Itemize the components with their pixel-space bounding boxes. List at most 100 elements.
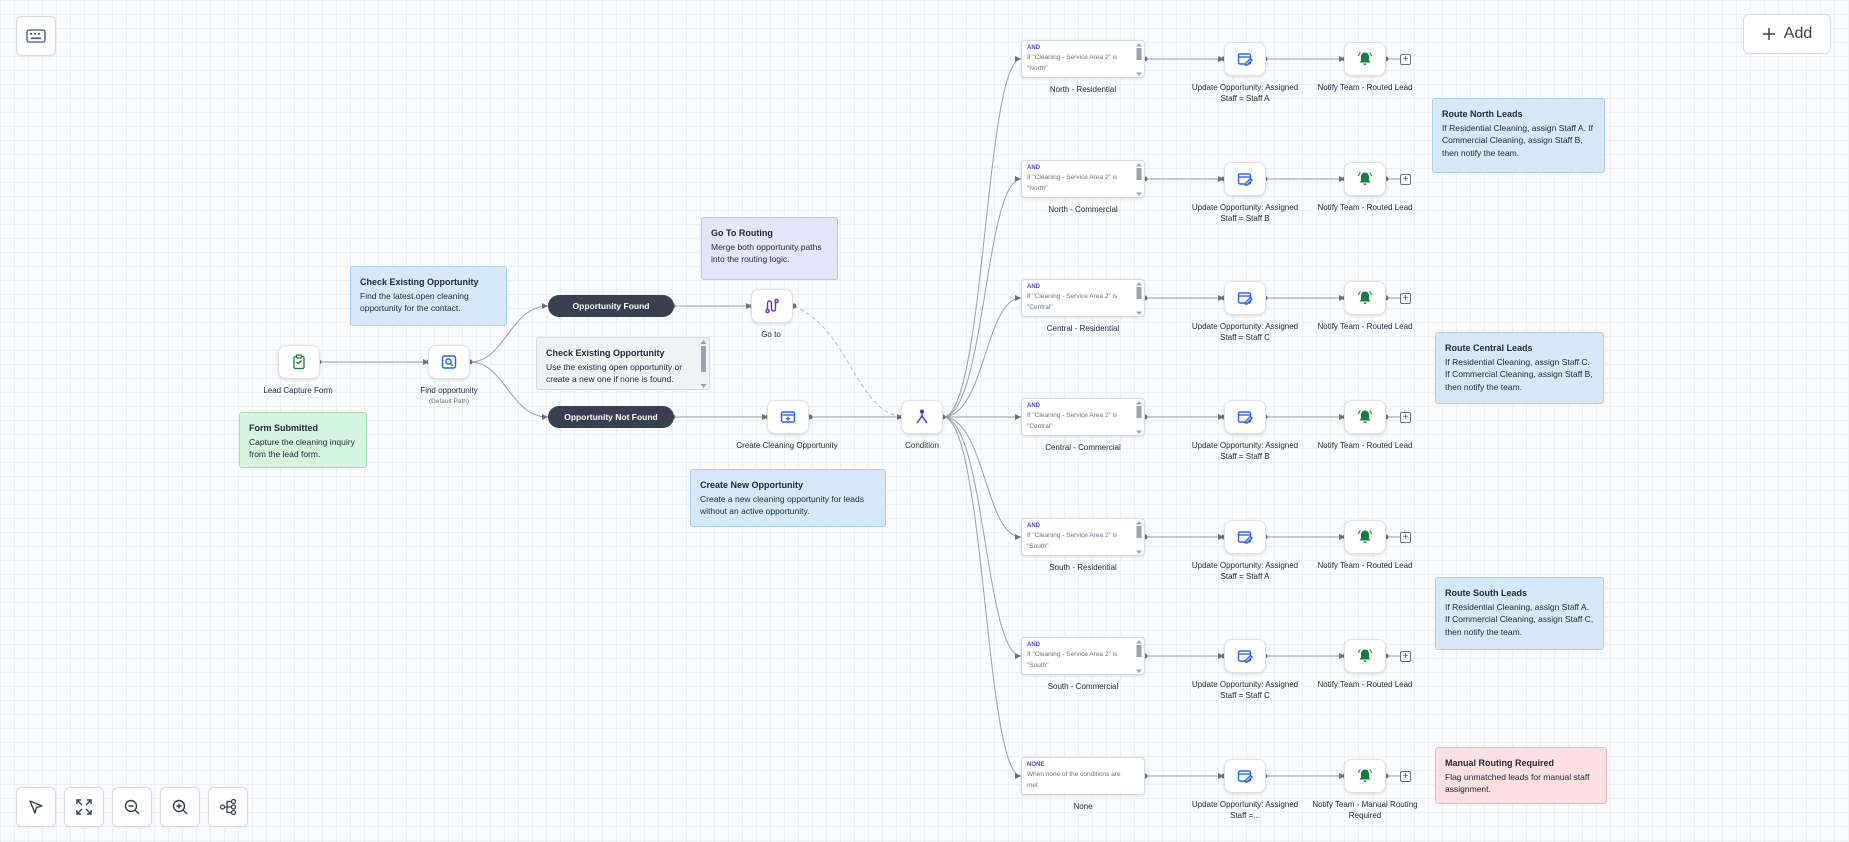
condition-scrollbar[interactable] — [1136, 401, 1142, 434]
branch-label: None — [1073, 802, 1093, 811]
condition-text: If "Cleaning - Service Area 2" is "South… — [1027, 651, 1118, 669]
add-button[interactable]: Add — [1743, 14, 1831, 54]
add-step-button[interactable]: + — [1400, 54, 1411, 65]
notify-team-node[interactable] — [1344, 162, 1386, 196]
note-check-existing-opportunity-selected[interactable]: Check Existing Opportunity Use the exist… — [536, 337, 710, 390]
add-step-button[interactable]: + — [1400, 293, 1411, 304]
keyboard-shortcuts-button[interactable] — [16, 16, 56, 56]
goto-label: Go to — [761, 330, 781, 339]
keyboard-icon — [26, 29, 46, 43]
notify-team-label: Notify Team - Routed Lead — [1317, 203, 1413, 212]
bell-icon — [1358, 530, 1372, 543]
condition-scrollbar[interactable] — [1136, 640, 1142, 673]
notify-team-label: Notify Team - Routed Lead — [1317, 322, 1413, 331]
select-tool-button[interactable] — [16, 787, 56, 827]
find-opportunity-subtitle: (Default Path) — [428, 398, 470, 405]
condition-text: If "Cleaning - Service Area 2" is "South… — [1027, 532, 1118, 550]
update-opportunity-label: Update Opportunity: Assigned Staff = Sta… — [1191, 441, 1299, 461]
note-check-existing-opportunity[interactable]: Check Existing Opportunity Find the late… — [350, 266, 507, 326]
edit-card-icon — [1237, 173, 1253, 186]
condition-label: Condition — [905, 441, 939, 450]
note-title: Go To Routing — [711, 228, 773, 238]
branch-condition-card[interactable]: AND If "Cleaning - Service Area 2" is "No… — [1021, 40, 1145, 78]
condition-tag: AND — [1027, 403, 1040, 409]
add-step-button[interactable]: + — [1400, 174, 1411, 185]
edit-card-icon — [1237, 53, 1253, 66]
add-step-button[interactable]: + — [1400, 532, 1411, 543]
zoom-out-icon — [124, 799, 140, 815]
pointer-icon — [29, 800, 43, 814]
branch-condition-card[interactable]: AND If "Cleaning - Service Area 2" is "So… — [1021, 518, 1145, 556]
branch-label: South - Commercial — [1047, 682, 1119, 691]
notify-team-node[interactable] — [1344, 400, 1386, 434]
update-opportunity-node[interactable] — [1224, 162, 1266, 196]
update-opportunity-node[interactable] — [1224, 281, 1266, 315]
opportunity-not-found-branch[interactable]: Opportunity Not Found — [548, 406, 674, 428]
notify-team-node[interactable] — [1344, 42, 1386, 76]
note-form-submitted[interactable]: Form Submitted Capture the cleaning inqu… — [239, 412, 367, 468]
branch-condition-card[interactable]: AND If "Cleaning - Service Area 2" is "Ce… — [1021, 398, 1145, 436]
auto-layout-button[interactable] — [208, 787, 248, 827]
notify-team-label: Notify Team - Routed Lead — [1317, 83, 1413, 92]
branch-label: South - Residential — [1049, 563, 1117, 572]
opportunity-found-branch[interactable]: Opportunity Found — [548, 295, 674, 317]
update-opportunity-node[interactable] — [1224, 400, 1266, 434]
update-opportunity-node[interactable] — [1224, 759, 1266, 793]
update-opportunity-node[interactable] — [1224, 520, 1266, 554]
bell-icon — [1358, 291, 1372, 304]
notify-team-node[interactable] — [1344, 520, 1386, 554]
condition-scrollbar[interactable] — [1136, 43, 1142, 76]
condition-scrollbar[interactable] — [1136, 521, 1142, 554]
zoom-in-button[interactable] — [160, 787, 200, 827]
add-step-button[interactable]: + — [1400, 771, 1411, 782]
find-opportunity-node[interactable] — [428, 345, 470, 379]
add-button-label: Add — [1783, 25, 1813, 42]
create-opportunity-node[interactable] — [767, 400, 809, 434]
notify-team-node[interactable] — [1344, 639, 1386, 673]
update-opportunity-label: Update Opportunity: Assigned Staff = Sta… — [1191, 561, 1299, 581]
branch-label: North - Commercial — [1048, 205, 1118, 214]
note-route-central-leads[interactable]: Route Central Leads If Residential Clean… — [1435, 332, 1604, 404]
update-opportunity-node[interactable] — [1224, 639, 1266, 673]
edit-card-icon — [1237, 531, 1253, 544]
notify-team-node[interactable] — [1344, 281, 1386, 315]
note-go-to-routing[interactable]: Go To Routing Merge both opportunity pat… — [701, 217, 838, 280]
zoom-in-icon — [172, 799, 188, 815]
condition-tag: NONE — [1027, 762, 1045, 768]
find-opportunity-label: Find opportunity (Default Path) — [394, 385, 504, 407]
lead-capture-form-node[interactable] — [278, 345, 320, 379]
notify-team-label: Notify Team - Routed Lead — [1317, 561, 1413, 570]
condition-text: If "Cleaning - Service Area 2" is "Centr… — [1027, 293, 1118, 311]
condition-scrollbar[interactable] — [1136, 163, 1142, 196]
branch-condition-card[interactable]: AND If "Cleaning - Service Area 2" is "Ce… — [1021, 279, 1145, 317]
note-route-north-leads[interactable]: Route North Leads If Residential Cleanin… — [1432, 98, 1605, 173]
edit-card-icon — [1237, 770, 1253, 783]
note-body: Create a new cleaning opportunity for le… — [700, 493, 864, 517]
branch-condition-card[interactable]: AND If "Cleaning - Service Area 2" is "So… — [1021, 637, 1145, 675]
zoom-out-button[interactable] — [112, 787, 152, 827]
edit-card-icon — [1237, 292, 1253, 305]
add-step-button[interactable]: + — [1400, 412, 1411, 423]
fit-view-button[interactable] — [64, 787, 104, 827]
edit-card-icon — [1237, 411, 1253, 424]
condition-node[interactable] — [901, 400, 943, 434]
clipboard-icon — [293, 354, 305, 370]
update-opportunity-label: Update Opportunity: Assigned Staff =... — [1191, 800, 1299, 820]
condition-text: When none of the conditions are met — [1027, 771, 1121, 789]
branch-condition-card[interactable]: NONE When none of the conditions are met — [1021, 757, 1145, 795]
update-opportunity-node[interactable] — [1224, 42, 1266, 76]
condition-tag: AND — [1027, 523, 1040, 529]
condition-scrollbar[interactable] — [1136, 282, 1142, 315]
note-create-new-opportunity[interactable]: Create New Opportunity Create a new clea… — [690, 469, 886, 527]
goto-node[interactable] — [751, 289, 793, 323]
add-step-button[interactable]: + — [1400, 651, 1411, 662]
branch-condition-card[interactable]: AND If "Cleaning - Service Area 2" is "No… — [1021, 160, 1145, 198]
note-manual-routing-required[interactable]: Manual Routing Required Flag unmatched l… — [1435, 747, 1607, 804]
note-route-south-leads[interactable]: Route South Leads If Residential Cleanin… — [1435, 577, 1604, 650]
notify-team-node[interactable] — [1344, 759, 1386, 793]
condition-tag: AND — [1027, 642, 1040, 648]
notify-team-label: Notify Team - Manual Routing Required — [1312, 800, 1418, 820]
branch-label: Central - Commercial — [1045, 443, 1121, 452]
note-scrollbar[interactable] — [700, 340, 707, 388]
lead-capture-form-label: Lead Capture Form — [263, 386, 333, 395]
